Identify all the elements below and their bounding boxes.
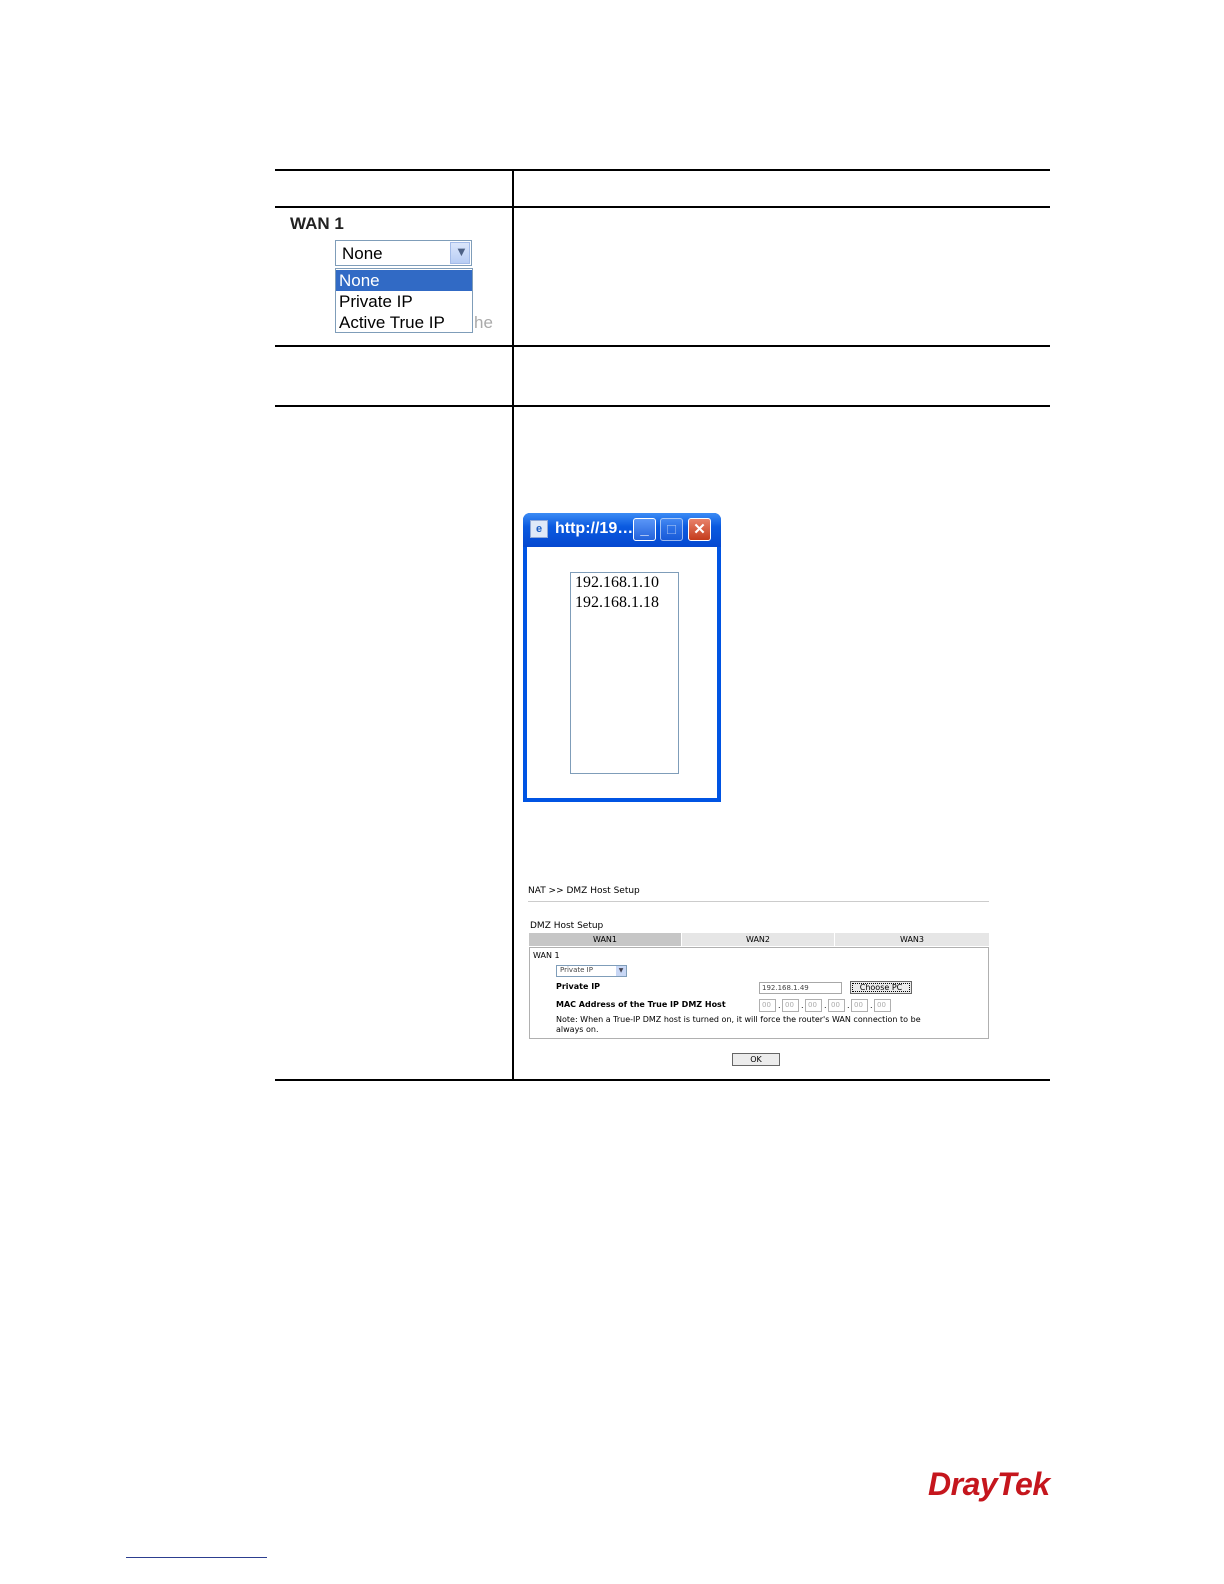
tab-wan2[interactable]: WAN2 (682, 933, 834, 946)
ip-list-item[interactable]: 192.168.1.18 (575, 594, 659, 612)
mac-separator: . (824, 1001, 827, 1010)
option-active-true-ip[interactable]: Active True IP (336, 312, 472, 333)
private-ip-input[interactable]: 192.168.1.49 (759, 982, 842, 994)
mac-separator: . (801, 1001, 804, 1010)
popup-title-bar[interactable]: e http://19… _ □ ✕ (523, 513, 721, 547)
minimize-button[interactable]: _ (633, 518, 656, 541)
mac-separator: . (847, 1001, 850, 1010)
footer-link-underline (126, 1557, 267, 1558)
popup-title: http://19… (555, 520, 634, 537)
chevron-down-icon: ▼ (455, 244, 468, 259)
section-title: DMZ Host Setup (530, 921, 604, 931)
mac-octet-4-input[interactable]: 00 (828, 999, 845, 1012)
wan1-mode-options: None Private IP Active True IP (335, 268, 473, 333)
breadcrumb: NAT >> DMZ Host Setup (528, 886, 640, 896)
mac-octet-1-input[interactable]: 00 (759, 999, 776, 1012)
option-private-ip[interactable]: Private IP (336, 291, 472, 312)
table-header-rule (275, 206, 1050, 208)
mac-octet-3-input[interactable]: 00 (805, 999, 822, 1012)
table-bottom-rule (275, 1079, 1050, 1081)
ok-button[interactable]: OK (732, 1053, 780, 1066)
draytek-logo: DrayTek (928, 1466, 1050, 1502)
mac-separator: . (778, 1001, 781, 1010)
wan-section-label: WAN 1 (533, 951, 560, 960)
tab-wan3[interactable]: WAN3 (835, 933, 989, 946)
ip-list-item[interactable]: 192.168.1.10 (575, 574, 659, 592)
mac-address-label: MAC Address of the True IP DMZ Host (556, 1000, 726, 1009)
close-button[interactable]: ✕ (688, 518, 711, 541)
chevron-down-icon: ▼ (616, 966, 626, 976)
dmz-mode-select[interactable]: Private IP ▼ (556, 965, 627, 977)
browser-page-icon: e (530, 520, 548, 538)
private-ip-label: Private IP (556, 982, 601, 991)
wan1-label: WAN 1 (290, 214, 344, 233)
note-text: Note: When a True-IP DMZ host is turned … (556, 1015, 921, 1024)
table-row-rule (275, 345, 1050, 347)
tab-wan1[interactable]: WAN1 (529, 933, 681, 946)
obscured-text: he (474, 313, 493, 332)
maximize-icon: □ (666, 521, 677, 538)
close-icon: ✕ (693, 521, 706, 538)
mac-separator: . (870, 1001, 873, 1010)
dmz-mode-select-value: Private IP (560, 966, 593, 974)
option-none[interactable]: None (336, 270, 472, 291)
mac-octet-2-input[interactable]: 00 (782, 999, 799, 1012)
minimize-icon: _ (640, 521, 649, 538)
select-arrow-button[interactable]: ▼ (450, 242, 470, 264)
choose-pc-button[interactable]: Choose PC (850, 981, 912, 994)
choose-pc-popup-window: e http://19… _ □ ✕ 192.168.1.10 192.168.… (523, 513, 721, 802)
maximize-button[interactable]: □ (660, 518, 683, 541)
wan1-mode-select-value: None (342, 244, 383, 263)
mac-octet-5-input[interactable]: 00 (851, 999, 868, 1012)
popup-body: 192.168.1.10 192.168.1.18 (527, 547, 717, 798)
note-text: always on. (556, 1025, 599, 1034)
table-top-rule (275, 169, 1050, 171)
ip-listbox[interactable]: 192.168.1.10 192.168.1.18 (570, 572, 679, 774)
breadcrumb-divider (528, 901, 989, 902)
mac-octet-6-input[interactable]: 00 (874, 999, 891, 1012)
table-row-rule (275, 405, 1050, 407)
wan1-mode-select[interactable]: None ▼ (335, 240, 472, 266)
table-column-divider (512, 169, 514, 1081)
